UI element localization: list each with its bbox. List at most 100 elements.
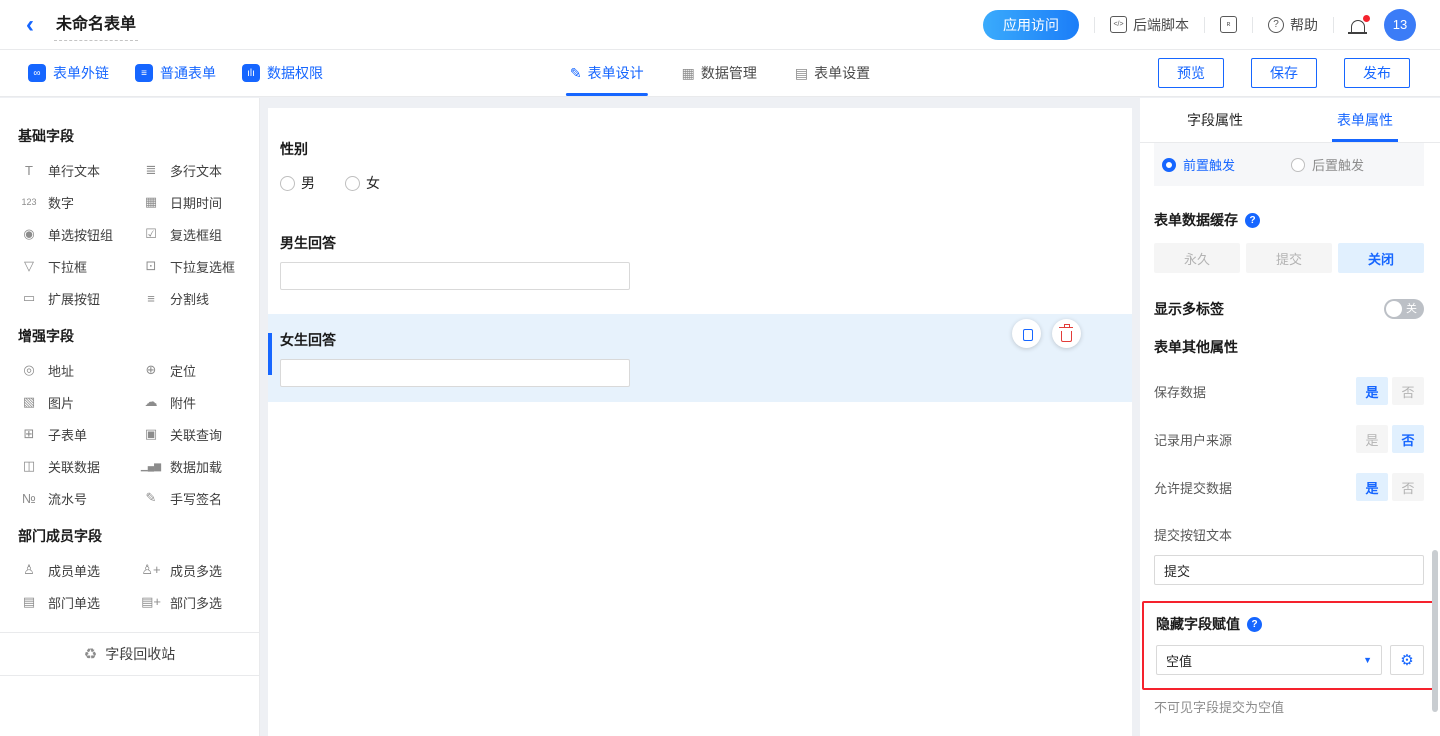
item-label: 复选框组: [170, 225, 222, 244]
field-recycle-bin-button[interactable]: ♻ 字段回收站: [0, 632, 259, 676]
allow-submit-label: 允许提交数据: [1154, 478, 1356, 497]
sidebar-item-address[interactable]: ◎地址: [16, 354, 138, 386]
item-label: 流水号: [48, 489, 87, 508]
contacts-button[interactable]: ʀ: [1220, 16, 1237, 33]
item-label: 日期时间: [170, 193, 222, 212]
notifications-button[interactable]: [1349, 17, 1369, 32]
sidebar-item-linked-data[interactable]: ◫关联数据: [16, 450, 138, 482]
item-label: 单选按钮组: [48, 225, 113, 244]
preview-button[interactable]: 预览: [1158, 58, 1224, 88]
question-icon[interactable]: ?: [1245, 213, 1260, 228]
sidebar-item-dept-multi[interactable]: ▤+部门多选: [138, 586, 243, 618]
trash-icon: [1061, 331, 1072, 342]
record-user-source-label: 记录用户来源: [1154, 430, 1356, 449]
sidebar-item-multi-select[interactable]: ⊡下拉复选框: [138, 250, 243, 282]
allow-submit-no-button[interactable]: 否: [1392, 473, 1424, 501]
normal-form-button[interactable]: ≡ 普通表单: [135, 63, 216, 83]
radio-option-female[interactable]: 女: [345, 173, 380, 193]
back-icon[interactable]: ‹: [26, 15, 34, 35]
sidebar-item-datetime[interactable]: ▦日期时间: [138, 186, 243, 218]
sidebar-item-subform[interactable]: ⊞子表单: [16, 418, 138, 450]
sidebar-item-dept-single[interactable]: ▤部门单选: [16, 586, 138, 618]
hidden-field-settings-button[interactable]: ⚙: [1390, 645, 1424, 675]
multi-tab-label: 显示多标签: [1154, 299, 1224, 319]
sidebar-item-extend-button[interactable]: ▭扩展按钮: [16, 282, 138, 314]
data-management-icon: ▦: [682, 65, 695, 82]
cache-option-forever[interactable]: 永久: [1154, 243, 1240, 273]
question-icon[interactable]: ?: [1247, 617, 1262, 632]
field-female-answer-selected[interactable]: 女生回答: [268, 314, 1132, 402]
publish-button[interactable]: 发布: [1344, 58, 1410, 88]
female-answer-input[interactable]: [280, 359, 630, 387]
bell-icon: [1351, 20, 1365, 32]
gear-icon: ⚙: [1400, 651, 1413, 669]
save-data-row: 保存数据 是 否: [1154, 377, 1424, 405]
hidden-field-value-select[interactable]: 空值 ▼: [1156, 645, 1382, 675]
avatar[interactable]: 13: [1384, 9, 1416, 41]
dept-single-icon: ▤: [18, 594, 40, 610]
sidebar-item-member-single[interactable]: ♙成员单选: [16, 554, 138, 586]
cache-option-submit[interactable]: 提交: [1246, 243, 1332, 273]
record-user-source-yes-button[interactable]: 是: [1356, 425, 1388, 453]
item-label: 分割线: [170, 289, 209, 308]
tab-field-properties[interactable]: 字段属性: [1140, 98, 1290, 142]
item-label: 附件: [170, 393, 196, 412]
save-data-no-button[interactable]: 否: [1392, 377, 1424, 405]
sidebar-item-number[interactable]: 123数字: [16, 186, 138, 218]
tab-data-management[interactable]: ▦ 数据管理: [682, 50, 757, 96]
panel-scrollbar-thumb[interactable]: [1432, 550, 1438, 712]
tab-form-settings[interactable]: ▤ 表单设置: [795, 50, 870, 96]
hidden-field-assignment-heading: 隐藏字段赋值 ?: [1156, 614, 1424, 634]
tab-form-properties[interactable]: 表单属性: [1290, 98, 1440, 142]
sidebar-item-divider[interactable]: ≡分割线: [138, 282, 243, 314]
sidebar-item-select[interactable]: ▽下拉框: [16, 250, 138, 282]
item-label: 下拉框: [48, 257, 87, 276]
toolbar-left: ∞ 表单外链 ≡ 普通表单 ılı 数据权限: [28, 63, 323, 83]
record-user-source-no-button[interactable]: 否: [1392, 425, 1424, 453]
item-label: 子表单: [48, 425, 87, 444]
field-male-answer[interactable]: 男生回答: [268, 233, 1132, 290]
field-gender[interactable]: 性别 男 女: [268, 139, 1132, 193]
cache-option-close[interactable]: 关闭: [1338, 243, 1424, 273]
textarea-icon: ≣: [140, 162, 162, 178]
sidebar-item-checkbox-group[interactable]: ☑ 复选框组: [138, 218, 243, 250]
item-label: 数据加载: [170, 457, 222, 476]
item-label: 地址: [48, 361, 74, 380]
radio-selected-icon: [1162, 158, 1176, 172]
sidebar-item-radio-group[interactable]: ◉单选按钮组: [16, 218, 138, 250]
number-icon: 123: [18, 197, 40, 207]
radio-post-trigger[interactable]: 后置触发: [1291, 155, 1364, 174]
sidebar-item-member-multi[interactable]: ♙+成员多选: [138, 554, 243, 586]
checkbox-group-icon: ☑: [140, 226, 162, 242]
copy-field-button[interactable]: [1012, 319, 1041, 348]
form-external-link-button[interactable]: ∞ 表单外链: [28, 63, 109, 83]
sidebar-item-multi-line-text[interactable]: ≣多行文本: [138, 154, 243, 186]
radio-pre-trigger[interactable]: 前置触发: [1162, 155, 1235, 174]
allow-submit-yes-button[interactable]: 是: [1356, 473, 1388, 501]
form-title[interactable]: 未命名表单: [54, 8, 138, 41]
help-button[interactable]: ? 帮助: [1268, 15, 1318, 35]
app-access-button[interactable]: 应用访问: [983, 10, 1079, 40]
radio-option-male[interactable]: 男: [280, 173, 315, 193]
save-data-yes-button[interactable]: 是: [1356, 377, 1388, 405]
sidebar-item-single-line-text[interactable]: T单行文本: [16, 154, 138, 186]
male-answer-input[interactable]: [280, 262, 630, 290]
item-label: 关联数据: [48, 457, 100, 476]
sidebar-item-serial-number[interactable]: №流水号: [16, 482, 138, 514]
data-permission-button[interactable]: ılı 数据权限: [242, 63, 323, 83]
delete-field-button[interactable]: [1052, 319, 1081, 348]
backend-script-button[interactable]: </> 后端脚本: [1110, 15, 1189, 35]
sidebar-item-location[interactable]: ⊕定位: [138, 354, 243, 386]
sidebar-item-attachment[interactable]: ☁附件: [138, 386, 243, 418]
sidebar-item-signature[interactable]: ✎手写签名: [138, 482, 243, 514]
submit-button-text-input[interactable]: [1154, 555, 1424, 585]
item-label: 图片: [48, 393, 74, 412]
section-title-dept-member-fields: 部门成员字段: [18, 526, 243, 546]
sidebar-item-image[interactable]: ▧图片: [16, 386, 138, 418]
record-user-source-row: 记录用户来源 是 否: [1154, 425, 1424, 453]
multi-tab-toggle[interactable]: 关: [1384, 299, 1424, 319]
sidebar-item-lookup-query[interactable]: ▣关联查询: [138, 418, 243, 450]
sidebar-item-data-load[interactable]: ▁▄▆数据加载: [138, 450, 243, 482]
tab-form-design[interactable]: ✎ 表单设计: [570, 50, 644, 96]
save-button[interactable]: 保存: [1251, 58, 1317, 88]
